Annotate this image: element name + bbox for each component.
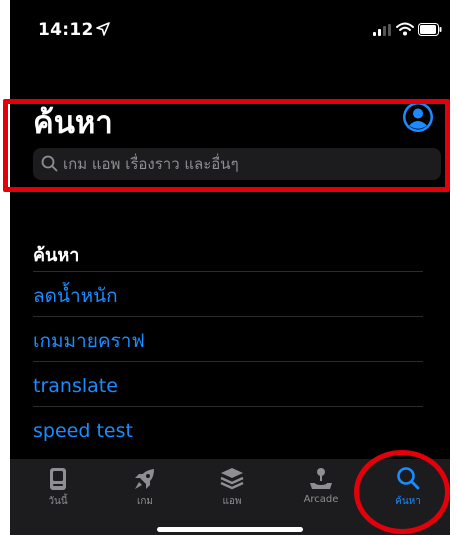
battery-icon [418, 23, 442, 36]
tab-arcade[interactable]: Arcade [281, 459, 361, 519]
today-icon [50, 468, 66, 490]
tab-today[interactable]: วันนี้ [18, 459, 98, 519]
highlight-box [3, 99, 450, 192]
tab-apps[interactable]: แอพ [192, 459, 272, 519]
wifi-icon [396, 22, 414, 36]
divider [33, 406, 423, 407]
recent-search-item[interactable]: speed test [33, 419, 133, 443]
divider [33, 316, 423, 317]
status-time: 14:12 [38, 20, 94, 40]
rocket-icon [135, 469, 154, 489]
tab-label: แอพ [222, 496, 242, 507]
recent-search-item[interactable]: ลดน้ำหนัก [33, 284, 118, 308]
layers-icon [220, 468, 244, 490]
status-bar: 14:12 [10, 0, 450, 62]
recent-searches-title: ค้นหา [33, 245, 80, 266]
tab-games[interactable]: เกม [105, 459, 185, 519]
recent-search-item[interactable]: translate [33, 374, 118, 398]
divider [33, 361, 423, 362]
recent-search-item[interactable]: เกมมายคราฟ [33, 329, 145, 353]
highlight-circle [354, 450, 450, 534]
joystick-icon [310, 468, 332, 489]
tab-label: Arcade [303, 494, 339, 505]
divider [33, 271, 423, 272]
signal-icon [373, 24, 391, 36]
location-arrow-icon [96, 22, 110, 36]
tab-label: เกม [136, 496, 154, 507]
tab-label: วันนี้ [48, 496, 68, 507]
home-indicator[interactable] [157, 527, 303, 532]
